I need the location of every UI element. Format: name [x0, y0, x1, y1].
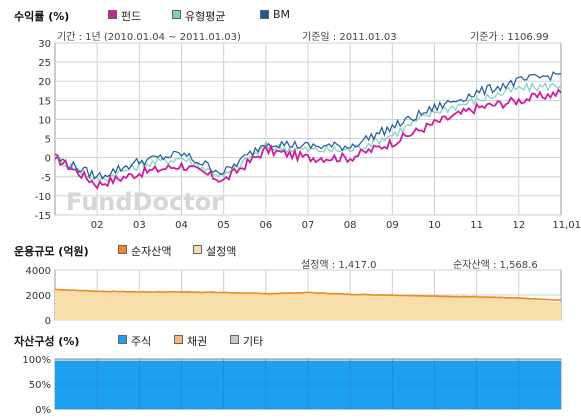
x-tick-label: 07 [302, 220, 315, 231]
y-tick-label: 30 [38, 39, 51, 50]
return-chart-y-tick-labels: -15 -10 -5 0 5 10 15 20 25 30 [35, 39, 51, 222]
charts-canvas: -15-10-5051015202530 02 03 04 05 06 07 08 09 10 1… [22, 39, 581, 416]
legend-swatch-other [230, 335, 239, 344]
period-text: 기간 : 1년 (2010.01.04 ~ 2011.01.03) [57, 32, 241, 43]
y-tick-label: -15 [35, 211, 51, 222]
x-tick-label: 08 [344, 220, 357, 231]
legend-label-other: 기타 [243, 335, 264, 348]
y-tick-label: 10 [38, 115, 51, 126]
y-tick-label: 100% [22, 355, 51, 366]
legend-label-net-assets: 순자산액 [131, 245, 172, 258]
y-tick-label: 25 [38, 58, 51, 69]
x-tick-label: 06 [259, 220, 272, 231]
asset-chart-title: 자산구성 (%) [14, 335, 80, 348]
legend-label-bond: 채권 [187, 335, 208, 348]
set-amount-text: 설정액 : 1,417.0 [301, 260, 377, 271]
x-tick-label: 05 [217, 220, 230, 231]
x-tick-label: 03 [133, 220, 146, 231]
size-chart-y-tick-labels: 0 2000 4000 [26, 266, 51, 327]
y-tick-label: 20 [38, 77, 51, 88]
x-tick-label: 04 [175, 220, 188, 231]
y-tick-label: 15 [38, 96, 51, 107]
y-tick-label: -10 [35, 192, 51, 203]
legend-swatch-bond [174, 335, 183, 344]
y-tick-label: -5 [41, 173, 51, 184]
x-tick-label: 12 [512, 220, 525, 231]
x-tick-label: 11 [470, 220, 483, 231]
y-tick-label: 0 [45, 316, 51, 327]
y-tick-label: 4000 [26, 266, 51, 277]
legend-label-stock: 주식 [131, 335, 152, 348]
legend-swatch-net-assets [118, 245, 127, 254]
base-price-text: 기준가 : 1106.99 [470, 32, 549, 43]
y-tick-label: 0% [35, 405, 51, 416]
y-tick-label: 5 [45, 135, 51, 146]
x-tick-label: 10 [428, 220, 441, 231]
legend-label-set-amount: 설정액 [206, 245, 237, 258]
legend-swatch-set-amount [193, 245, 202, 254]
asset-chart-y-tick-labels: 0% 50% 100% [22, 355, 51, 416]
y-tick-label: 50% [29, 380, 51, 391]
size-chart-title: 운용규모 (억원) [14, 245, 89, 258]
x-tick-label: 02 [91, 220, 104, 231]
net-assets-text: 순자산액 : 1,568.6 [453, 260, 538, 271]
y-tick-label: 2000 [26, 291, 51, 302]
legend-swatch-stock [118, 335, 127, 344]
watermark-text: FundDoctor [66, 188, 223, 216]
base-date-text: 기준일 : 2011.01.03 [302, 32, 397, 43]
y-tick-label: 0 [45, 154, 51, 165]
return-chart-x-tick-labels: 02 03 04 05 06 07 08 09 10 11 12 11,01 [91, 220, 581, 231]
x-tick-label: 09 [386, 220, 399, 231]
x-tick-label: 11,01 [552, 220, 581, 231]
